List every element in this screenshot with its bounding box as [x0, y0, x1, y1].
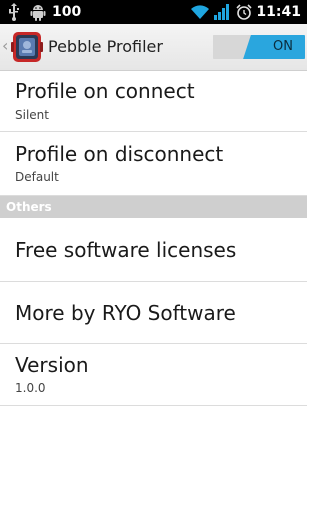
action-bar: ‹ Pebble Profiler ON: [0, 24, 307, 71]
pref-title: Version: [15, 353, 89, 377]
pref-title: Profile on connect: [15, 79, 195, 103]
pref-title: Free software licenses: [15, 238, 237, 262]
section-header-label: Others: [6, 200, 52, 214]
toggle-label: ON: [273, 39, 293, 54]
pref-summary: 1.0.0: [15, 381, 46, 395]
status-bar: 100 11:41: [0, 0, 307, 24]
up-caret-icon[interactable]: ‹: [2, 37, 10, 55]
pref-title: More by RYO Software: [15, 301, 236, 325]
profile-on-connect-item[interactable]: Profile on connect Silent: [0, 71, 307, 132]
free-software-licenses-item[interactable]: Free software licenses: [0, 218, 307, 282]
profile-on-disconnect-item[interactable]: Profile on disconnect Default: [0, 132, 307, 196]
wifi-icon: [190, 0, 210, 24]
enable-toggle[interactable]: ON: [213, 35, 305, 59]
status-bar-left: 100: [8, 0, 81, 24]
android-debug-icon: [30, 0, 46, 24]
signal-icon: [214, 0, 230, 24]
pref-summary: Default: [15, 170, 59, 184]
pref-title: Profile on disconnect: [15, 142, 224, 166]
status-bar-right: 11:41: [190, 0, 301, 24]
section-header-others: Others: [0, 196, 307, 218]
clock: 11:41: [256, 4, 301, 20]
battery-level: 100: [52, 4, 82, 20]
more-by-ryo-software-item[interactable]: More by RYO Software: [0, 282, 307, 344]
app-icon[interactable]: [11, 31, 43, 63]
usb-icon: [8, 0, 20, 24]
app-title: Pebble Profiler: [48, 37, 163, 56]
alarm-icon: [236, 0, 252, 24]
pref-summary: Silent: [15, 108, 49, 122]
version-item[interactable]: Version 1.0.0: [0, 344, 307, 406]
